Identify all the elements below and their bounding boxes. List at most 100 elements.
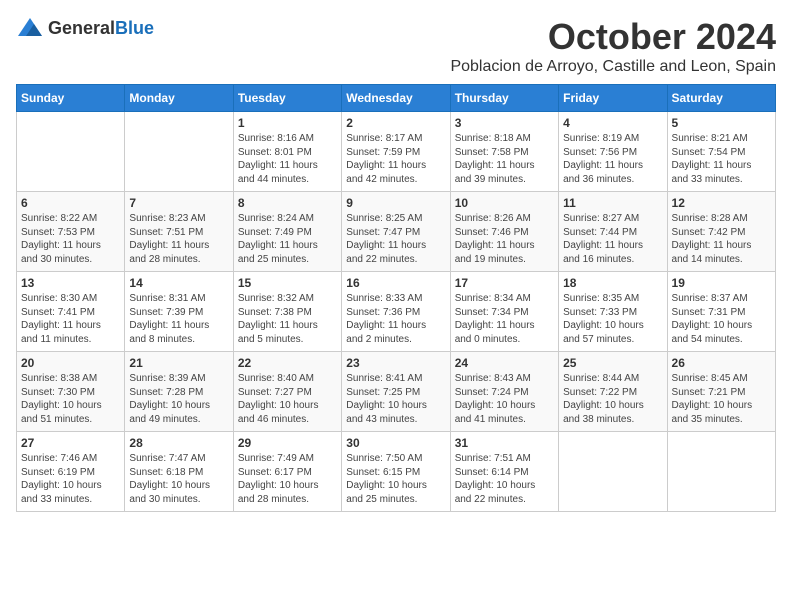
day-info: Sunrise: 7:51 AM Sunset: 6:14 PM Dayligh… bbox=[455, 452, 554, 506]
day-number: 23 bbox=[346, 356, 445, 370]
day-number: 25 bbox=[563, 356, 662, 370]
weekday-header: Wednesday bbox=[342, 85, 450, 112]
day-number: 29 bbox=[238, 436, 337, 450]
day-number: 6 bbox=[21, 196, 120, 210]
calendar-week-row: 13Sunrise: 8:30 AM Sunset: 7:41 PM Dayli… bbox=[17, 272, 776, 352]
day-number: 14 bbox=[129, 276, 228, 290]
weekday-header: Thursday bbox=[450, 85, 558, 112]
day-info: Sunrise: 8:44 AM Sunset: 7:22 PM Dayligh… bbox=[563, 372, 662, 426]
weekday-header-row: SundayMondayTuesdayWednesdayThursdayFrid… bbox=[17, 85, 776, 112]
calendar-cell: 9Sunrise: 8:25 AM Sunset: 7:47 PM Daylig… bbox=[342, 192, 450, 272]
day-number: 18 bbox=[563, 276, 662, 290]
calendar-cell: 22 Sunrise: 8:40 AM Sunset: 7:27 PM Dayli… bbox=[233, 352, 341, 432]
calendar-cell: 8 Sunrise: 8:24 AM Sunset: 7:49 PM Daylig… bbox=[233, 192, 341, 272]
day-info: Sunrise: 7:47 AM Sunset: 6:18 PM Dayligh… bbox=[129, 452, 228, 506]
calendar-cell: 20 Sunrise: 8:38 AM Sunset: 7:30 PM Dayli… bbox=[17, 352, 125, 432]
calendar-cell: 2 Sunrise: 8:17 AM Sunset: 7:59 PM Daylig… bbox=[342, 112, 450, 192]
calendar-cell: 1 Sunrise: 8:16 AM Sunset: 8:01 PM Daylig… bbox=[233, 112, 341, 192]
calendar-cell: 18 Sunrise: 8:35 AM Sunset: 7:33 PM Dayli… bbox=[559, 272, 667, 352]
calendar-cell bbox=[17, 112, 125, 192]
day-info: Sunrise: 8:24 AM Sunset: 7:49 PM Dayligh… bbox=[238, 212, 337, 266]
day-info: Sunrise: 8:31 AM Sunset: 7:39 PM Dayligh… bbox=[129, 292, 228, 346]
day-info: Sunrise: 7:50 AM Sunset: 6:15 PM Dayligh… bbox=[346, 452, 445, 506]
calendar-week-row: 20 Sunrise: 8:38 AM Sunset: 7:30 PM Dayli… bbox=[17, 352, 776, 432]
day-number: 27 bbox=[21, 436, 120, 450]
calendar-cell: 17Sunrise: 8:34 AM Sunset: 7:34 PM Dayli… bbox=[450, 272, 558, 352]
logo: GeneralBlue bbox=[16, 16, 154, 40]
calendar-week-row: 27 Sunrise: 7:46 AM Sunset: 6:19 PM Dayli… bbox=[17, 432, 776, 512]
day-number: 3 bbox=[455, 116, 554, 130]
day-info: Sunrise: 8:39 AM Sunset: 7:28 PM Dayligh… bbox=[129, 372, 228, 426]
day-number: 20 bbox=[21, 356, 120, 370]
weekday-header: Saturday bbox=[667, 85, 775, 112]
day-number: 7 bbox=[129, 196, 228, 210]
day-number: 19 bbox=[672, 276, 771, 290]
day-info: Sunrise: 7:49 AM Sunset: 6:17 PM Dayligh… bbox=[238, 452, 337, 506]
day-info: Sunrise: 8:43 AM Sunset: 7:24 PM Dayligh… bbox=[455, 372, 554, 426]
day-info: Sunrise: 8:41 AM Sunset: 7:25 PM Dayligh… bbox=[346, 372, 445, 426]
location-title: Poblacion de Arroyo, Castille and Leon, … bbox=[450, 58, 776, 76]
day-number: 28 bbox=[129, 436, 228, 450]
calendar-week-row: 6 Sunrise: 8:22 AM Sunset: 7:53 PM Daylig… bbox=[17, 192, 776, 272]
calendar-cell: 29 Sunrise: 7:49 AM Sunset: 6:17 PM Dayli… bbox=[233, 432, 341, 512]
day-info: Sunrise: 8:21 AM Sunset: 7:54 PM Dayligh… bbox=[672, 132, 771, 186]
calendar-cell bbox=[125, 112, 233, 192]
day-number: 8 bbox=[238, 196, 337, 210]
weekday-header: Tuesday bbox=[233, 85, 341, 112]
calendar-cell: 26Sunrise: 8:45 AM Sunset: 7:21 PM Dayli… bbox=[667, 352, 775, 432]
day-number: 12 bbox=[672, 196, 771, 210]
calendar-cell: 15Sunrise: 8:32 AM Sunset: 7:38 PM Dayli… bbox=[233, 272, 341, 352]
day-number: 21 bbox=[129, 356, 228, 370]
day-info: Sunrise: 8:18 AM Sunset: 7:58 PM Dayligh… bbox=[455, 132, 554, 186]
calendar-cell: 19 Sunrise: 8:37 AM Sunset: 7:31 PM Dayli… bbox=[667, 272, 775, 352]
day-number: 22 bbox=[238, 356, 337, 370]
day-info: Sunrise: 8:27 AM Sunset: 7:44 PM Dayligh… bbox=[563, 212, 662, 266]
day-number: 15 bbox=[238, 276, 337, 290]
logo-general: General bbox=[48, 18, 115, 38]
day-info: Sunrise: 8:35 AM Sunset: 7:33 PM Dayligh… bbox=[563, 292, 662, 346]
day-info: Sunrise: 8:23 AM Sunset: 7:51 PM Dayligh… bbox=[129, 212, 228, 266]
day-info: Sunrise: 8:26 AM Sunset: 7:46 PM Dayligh… bbox=[455, 212, 554, 266]
calendar-cell: 13Sunrise: 8:30 AM Sunset: 7:41 PM Dayli… bbox=[17, 272, 125, 352]
calendar-cell: 21 Sunrise: 8:39 AM Sunset: 7:28 PM Dayli… bbox=[125, 352, 233, 432]
day-info: Sunrise: 8:19 AM Sunset: 7:56 PM Dayligh… bbox=[563, 132, 662, 186]
page-header: GeneralBlue October 2024 Poblacion de Ar… bbox=[16, 16, 776, 76]
calendar-cell: 23 Sunrise: 8:41 AM Sunset: 7:25 PM Dayli… bbox=[342, 352, 450, 432]
calendar-cell: 7 Sunrise: 8:23 AM Sunset: 7:51 PM Daylig… bbox=[125, 192, 233, 272]
calendar-cell: 12 Sunrise: 8:28 AM Sunset: 7:42 PM Dayli… bbox=[667, 192, 775, 272]
calendar-cell: 27 Sunrise: 7:46 AM Sunset: 6:19 PM Dayli… bbox=[17, 432, 125, 512]
logo-icon bbox=[16, 16, 44, 40]
calendar-cell: 24Sunrise: 8:43 AM Sunset: 7:24 PM Dayli… bbox=[450, 352, 558, 432]
day-number: 9 bbox=[346, 196, 445, 210]
calendar-cell: 14 Sunrise: 8:31 AM Sunset: 7:39 PM Dayli… bbox=[125, 272, 233, 352]
day-info: Sunrise: 8:16 AM Sunset: 8:01 PM Dayligh… bbox=[238, 132, 337, 186]
calendar-cell: 25 Sunrise: 8:44 AM Sunset: 7:22 PM Dayli… bbox=[559, 352, 667, 432]
day-number: 30 bbox=[346, 436, 445, 450]
day-info: Sunrise: 8:17 AM Sunset: 7:59 PM Dayligh… bbox=[346, 132, 445, 186]
calendar-table: SundayMondayTuesdayWednesdayThursdayFrid… bbox=[16, 84, 776, 512]
month-title: October 2024 bbox=[450, 16, 776, 58]
day-number: 1 bbox=[238, 116, 337, 130]
day-number: 2 bbox=[346, 116, 445, 130]
day-number: 10 bbox=[455, 196, 554, 210]
day-info: Sunrise: 8:40 AM Sunset: 7:27 PM Dayligh… bbox=[238, 372, 337, 426]
weekday-header: Sunday bbox=[17, 85, 125, 112]
calendar-cell: 28 Sunrise: 7:47 AM Sunset: 6:18 PM Dayli… bbox=[125, 432, 233, 512]
day-number: 16 bbox=[346, 276, 445, 290]
day-info: Sunrise: 7:46 AM Sunset: 6:19 PM Dayligh… bbox=[21, 452, 120, 506]
day-info: Sunrise: 8:22 AM Sunset: 7:53 PM Dayligh… bbox=[21, 212, 120, 266]
day-info: Sunrise: 8:30 AM Sunset: 7:41 PM Dayligh… bbox=[21, 292, 120, 346]
calendar-cell: 6 Sunrise: 8:22 AM Sunset: 7:53 PM Daylig… bbox=[17, 192, 125, 272]
day-info: Sunrise: 8:28 AM Sunset: 7:42 PM Dayligh… bbox=[672, 212, 771, 266]
day-info: Sunrise: 8:33 AM Sunset: 7:36 PM Dayligh… bbox=[346, 292, 445, 346]
weekday-header: Friday bbox=[559, 85, 667, 112]
calendar-week-row: 1 Sunrise: 8:16 AM Sunset: 8:01 PM Daylig… bbox=[17, 112, 776, 192]
logo-blue: Blue bbox=[115, 18, 154, 38]
calendar-cell: 10 Sunrise: 8:26 AM Sunset: 7:46 PM Dayli… bbox=[450, 192, 558, 272]
calendar-cell: 5Sunrise: 8:21 AM Sunset: 7:54 PM Daylig… bbox=[667, 112, 775, 192]
day-number: 17 bbox=[455, 276, 554, 290]
calendar-cell: 3 Sunrise: 8:18 AM Sunset: 7:58 PM Daylig… bbox=[450, 112, 558, 192]
day-info: Sunrise: 8:37 AM Sunset: 7:31 PM Dayligh… bbox=[672, 292, 771, 346]
day-number: 31 bbox=[455, 436, 554, 450]
day-info: Sunrise: 8:38 AM Sunset: 7:30 PM Dayligh… bbox=[21, 372, 120, 426]
